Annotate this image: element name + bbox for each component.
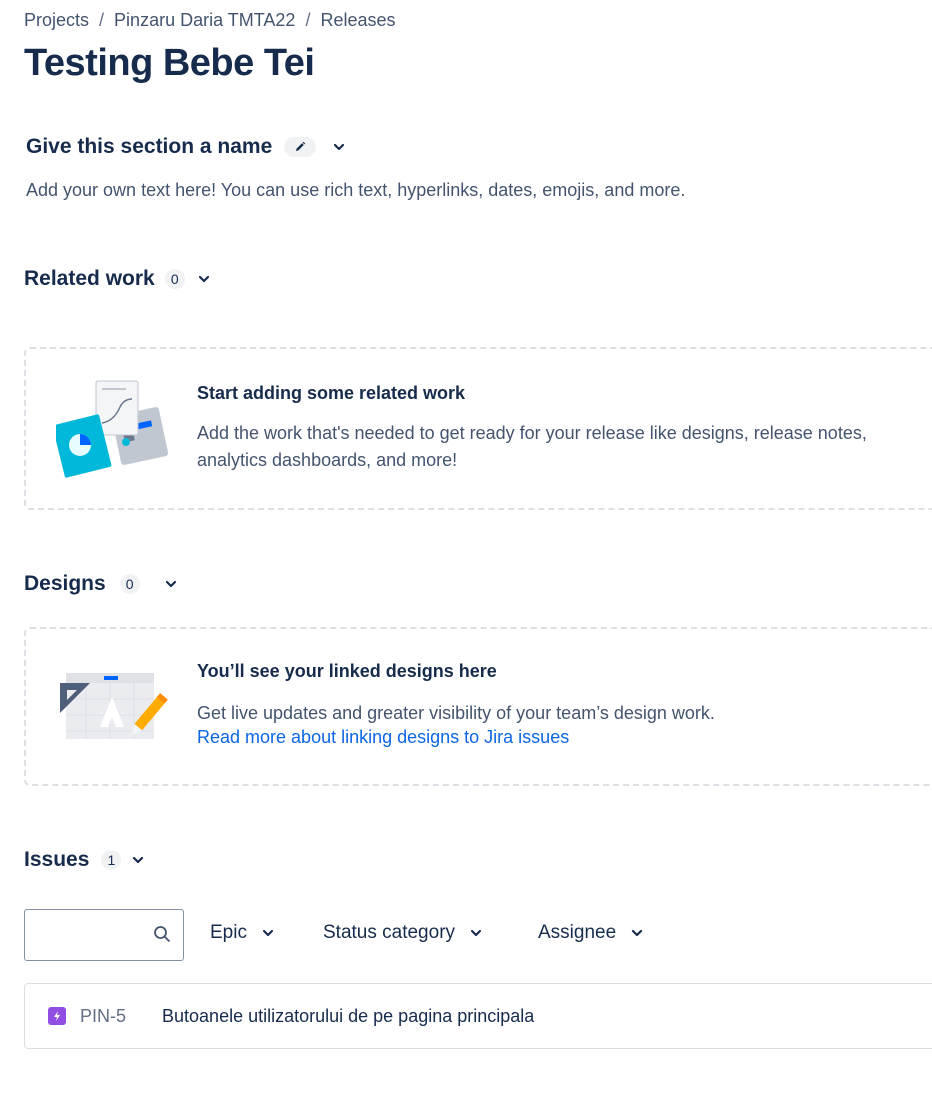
custom-section-description[interactable]: Add your own text here! You can use rich… — [26, 180, 685, 201]
chevron-down-icon — [198, 275, 209, 283]
edit-section-name-button[interactable] — [284, 137, 317, 157]
breadcrumb-projects[interactable]: Projects — [24, 10, 89, 30]
designs-empty-title: You’ll see your linked designs here — [197, 661, 497, 681]
issues-heading: Issues — [24, 848, 90, 871]
epic-filter-label: Epic — [210, 922, 247, 943]
search-icon[interactable] — [153, 925, 171, 948]
related-work-header: Related work 0 — [24, 267, 215, 291]
breadcrumb: Projects / Pinzaru Daria TMTA22 / Releases — [24, 10, 396, 31]
designs-empty-text: Get live updates and greater visibility … — [197, 703, 715, 723]
assignee-filter-button[interactable]: Assignee — [538, 922, 648, 944]
issue-key[interactable]: PIN-5 — [80, 1006, 126, 1027]
page-title: Testing Bebe Tei — [24, 42, 315, 84]
issue-summary[interactable]: Butoanele utilizatorului de pe pagina pr… — [162, 1006, 534, 1027]
breadcrumb-project[interactable]: Pinzaru Daria TMTA22 — [114, 10, 295, 30]
custom-section-toggle[interactable] — [328, 136, 350, 158]
linking-designs-help-link[interactable]: Read more about linking designs to Jira … — [197, 727, 569, 748]
breadcrumb-releases[interactable]: Releases — [320, 10, 395, 30]
designs-heading: Designs — [24, 572, 106, 595]
designs-header: Designs 0 — [24, 572, 182, 596]
chevron-down-icon — [257, 922, 279, 944]
related-work-count-badge: 0 — [164, 269, 185, 289]
related-work-heading: Related work — [24, 267, 155, 290]
designs-count-badge: 0 — [119, 574, 140, 594]
related-work-empty-state: Start adding some related work Add the w… — [24, 347, 932, 510]
issues-toggle[interactable] — [127, 849, 149, 871]
chevron-down-icon — [165, 580, 176, 588]
pencil-icon — [296, 141, 306, 151]
chevron-down-icon — [334, 143, 345, 151]
epic-icon — [48, 1007, 66, 1025]
breadcrumb-separator: / — [305, 10, 311, 30]
breadcrumb-separator: / — [99, 10, 105, 30]
custom-section-title[interactable]: Give this section a name — [26, 135, 272, 159]
chevron-down-icon — [626, 922, 648, 944]
issues-header: Issues 1 — [24, 848, 149, 872]
designs-empty-state: You’ll see your linked designs here Get … — [24, 627, 932, 786]
related-work-empty-text: Add the work that's needed to get ready … — [197, 423, 867, 470]
custom-section-header: Give this section a name — [26, 135, 350, 159]
related-work-empty-title: Start adding some related work — [197, 383, 466, 403]
related-work-toggle[interactable] — [193, 268, 215, 290]
chevron-down-icon — [465, 922, 487, 944]
epic-filter-button[interactable]: Epic — [210, 922, 279, 944]
issue-row[interactable]: PIN-5 Butoanele utilizatorului de pe pag… — [24, 983, 932, 1049]
issue-search-box — [24, 909, 184, 961]
related-work-illustration — [56, 380, 168, 478]
status-category-filter-label: Status category — [323, 922, 456, 943]
chevron-down-icon — [133, 856, 144, 864]
designs-toggle[interactable] — [160, 573, 182, 595]
issue-search-input[interactable] — [33, 910, 157, 960]
assignee-filter-label: Assignee — [538, 922, 617, 943]
designs-illustration — [60, 673, 168, 739]
issues-count-badge: 1 — [101, 850, 122, 870]
status-category-filter-button[interactable]: Status category — [323, 922, 487, 944]
